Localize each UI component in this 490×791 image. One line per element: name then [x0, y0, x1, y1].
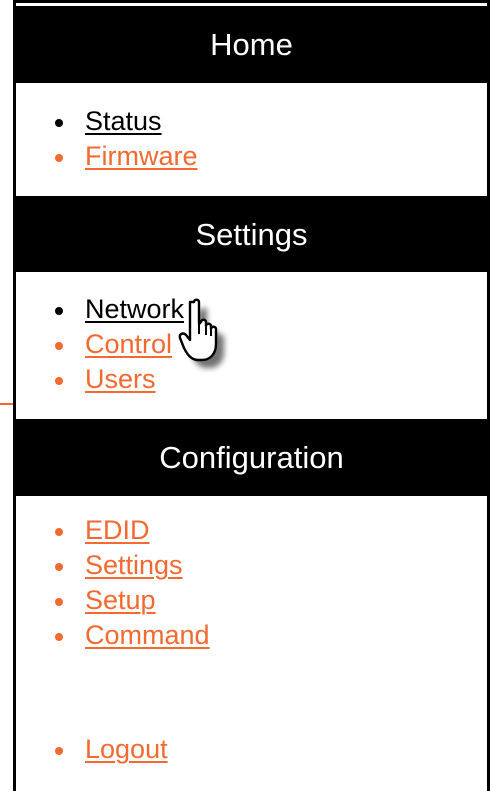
link-setup[interactable]: Setup — [85, 585, 156, 615]
bullet-icon — [55, 528, 63, 536]
menu-list-home: Status Firmware — [16, 104, 487, 174]
bullet-icon — [55, 563, 63, 571]
menu-item-users: Users — [16, 362, 487, 397]
link-edid[interactable]: EDID — [85, 515, 150, 545]
link-users[interactable]: Users — [85, 364, 156, 394]
section-title-settings: Settings — [195, 216, 308, 252]
section-header-settings: Settings — [16, 196, 487, 272]
menu-item-logout: Logout — [16, 732, 487, 767]
menu-item-edid: EDID — [16, 513, 487, 548]
bullet-icon — [55, 154, 63, 162]
menu-item-firmware: Firmware — [16, 139, 487, 174]
link-network[interactable]: Network — [85, 294, 184, 324]
bullet-icon — [55, 633, 63, 641]
link-control[interactable]: Control — [85, 329, 172, 359]
bullet-icon — [55, 119, 63, 127]
bullet-icon — [55, 598, 63, 606]
menu-item-control: Control — [16, 327, 487, 362]
menu-list-configuration: EDID Settings Setup Command — [16, 513, 487, 653]
link-logout[interactable]: Logout — [85, 734, 168, 764]
menu-list-logout: Logout — [16, 732, 487, 767]
section-header-home: Home — [16, 6, 487, 83]
sidebar-menu: Home Status Firmware Settings Network Co… — [13, 0, 490, 791]
link-status[interactable]: Status — [85, 106, 162, 136]
menu-item-status: Status — [16, 104, 487, 139]
link-config-settings[interactable]: Settings — [85, 550, 183, 580]
menu-list-settings: Network Control Users — [16, 292, 487, 397]
section-title-configuration: Configuration — [159, 440, 344, 475]
bullet-icon — [55, 342, 63, 350]
menu-item-network: Network — [16, 292, 487, 327]
menu-item-config-settings: Settings — [16, 548, 487, 583]
bullet-icon — [55, 377, 63, 385]
section-header-configuration: Configuration — [16, 419, 487, 496]
accent-divider — [0, 403, 13, 405]
link-command[interactable]: Command — [85, 620, 210, 650]
menu-item-setup: Setup — [16, 583, 487, 618]
link-firmware[interactable]: Firmware — [85, 141, 198, 171]
bullet-icon — [55, 307, 63, 315]
menu-item-command: Command — [16, 618, 487, 653]
bullet-icon — [55, 747, 63, 755]
page: Home Status Firmware Settings Network Co… — [0, 0, 490, 791]
section-title-home: Home — [210, 27, 293, 62]
